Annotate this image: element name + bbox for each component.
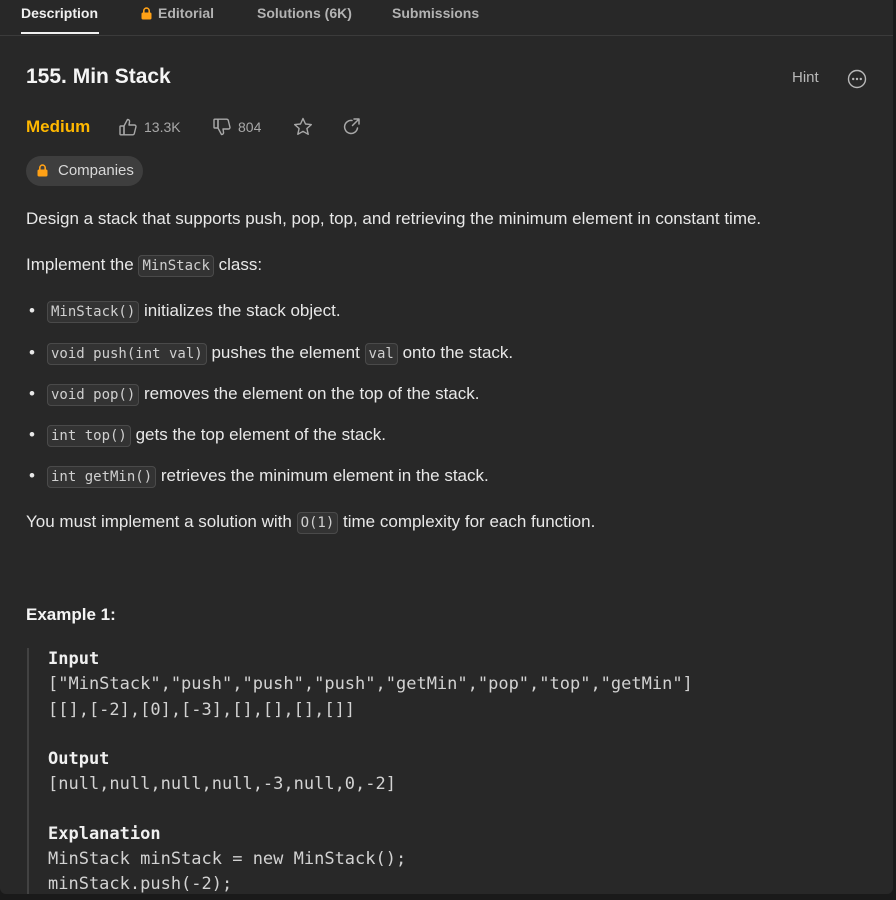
example-output-line: [null,null,null,null,-3,null,0,-2] [48,774,396,794]
description-paragraph: Design a stack that supports push, pop, … [26,209,762,228]
list-item-text: initializes the stack object. [139,301,341,320]
list-item: void push(int val) pushes the element va… [47,343,514,365]
example-block-border [27,648,29,894]
tab-solutions[interactable]: Solutions (6K) [257,0,352,35]
tab-description[interactable]: Description [21,0,98,35]
tab-editorial-label: Editorial [158,5,215,21]
problem-title: 155. Min Stack [26,65,171,88]
list-item: void pop() removes the element on the to… [47,384,480,406]
complexity-pre: You must implement a solution with [26,512,297,531]
example-explanation-label: Explanation [48,824,161,844]
star-icon[interactable] [292,116,314,138]
inline-code: void push(int val) [47,343,207,365]
list-bullet: • [29,301,35,320]
tab-bar: Description Editorial Solutions (6K) Sub… [0,0,893,36]
list-item-text: gets the top element of the stack. [130,425,387,444]
example-explanation-line: MinStack minStack = new MinStack(); [48,849,407,869]
like-button[interactable]: 13.3K [118,114,188,140]
complexity-paragraph: You must implement a solution with O(1) … [26,512,596,534]
complexity-post: time complexity for each function. [338,512,596,531]
list-item-text: onto the stack. [397,343,514,362]
more-options-icon[interactable] [847,69,867,89]
list-item-text: retrieves the minimum element in the sta… [156,466,489,485]
inline-code: O(1) [296,512,339,534]
list-item: MinStack() initializes the stack object. [47,301,341,323]
hint-button[interactable]: Hint [792,69,819,86]
list-item: int top() gets the top element of the st… [47,425,387,447]
example-explanation-line: minStack.push(-2); [48,874,233,894]
implement-pre: Implement the [26,255,139,274]
list-item-text: pushes the element [206,343,365,362]
implement-post: class: [213,255,263,274]
tab-submissions[interactable]: Submissions [392,0,479,35]
list-bullet: • [29,466,35,485]
like-count: 13.3K [144,119,181,135]
active-tab-indicator [21,32,99,34]
list-item-text: removes the element on the top of the st… [139,384,480,403]
companies-label: Companies [58,162,134,179]
inline-code: MinStack() [47,301,140,323]
inline-code: MinStack [138,255,214,277]
problem-panel: Description Editorial Solutions (6K) Sub… [0,0,893,894]
list-item: int getMin() retrieves the minimum eleme… [47,466,489,488]
example-input-label: Input [48,649,100,669]
dislike-count: 804 [238,119,262,135]
inline-code: val [364,343,398,365]
companies-button[interactable]: Companies [26,156,143,186]
dislike-button[interactable]: 804 [212,114,272,140]
list-bullet: • [29,425,35,444]
lock-icon [37,164,48,177]
thumbs-up-icon [119,118,137,136]
tab-editorial[interactable]: Editorial [141,0,214,35]
thumbs-down-icon [213,118,231,136]
inline-code: void pop() [47,384,140,406]
list-bullet: • [29,343,35,362]
example-title: Example 1: [26,605,116,624]
lock-icon [141,7,152,20]
example-input-line: [[],[-2],[0],[-3],[],[],[],[]] [48,700,356,720]
example-output-label: Output [48,749,110,769]
inline-code: int top() [47,425,131,447]
share-icon[interactable] [342,117,362,137]
example-input-line: ["MinStack","push","push","push","getMin… [48,674,693,694]
implement-paragraph: Implement the MinStack class: [26,255,263,277]
inline-code: int getMin() [47,466,157,488]
difficulty-badge: Medium [26,117,91,136]
list-bullet: • [29,384,35,403]
